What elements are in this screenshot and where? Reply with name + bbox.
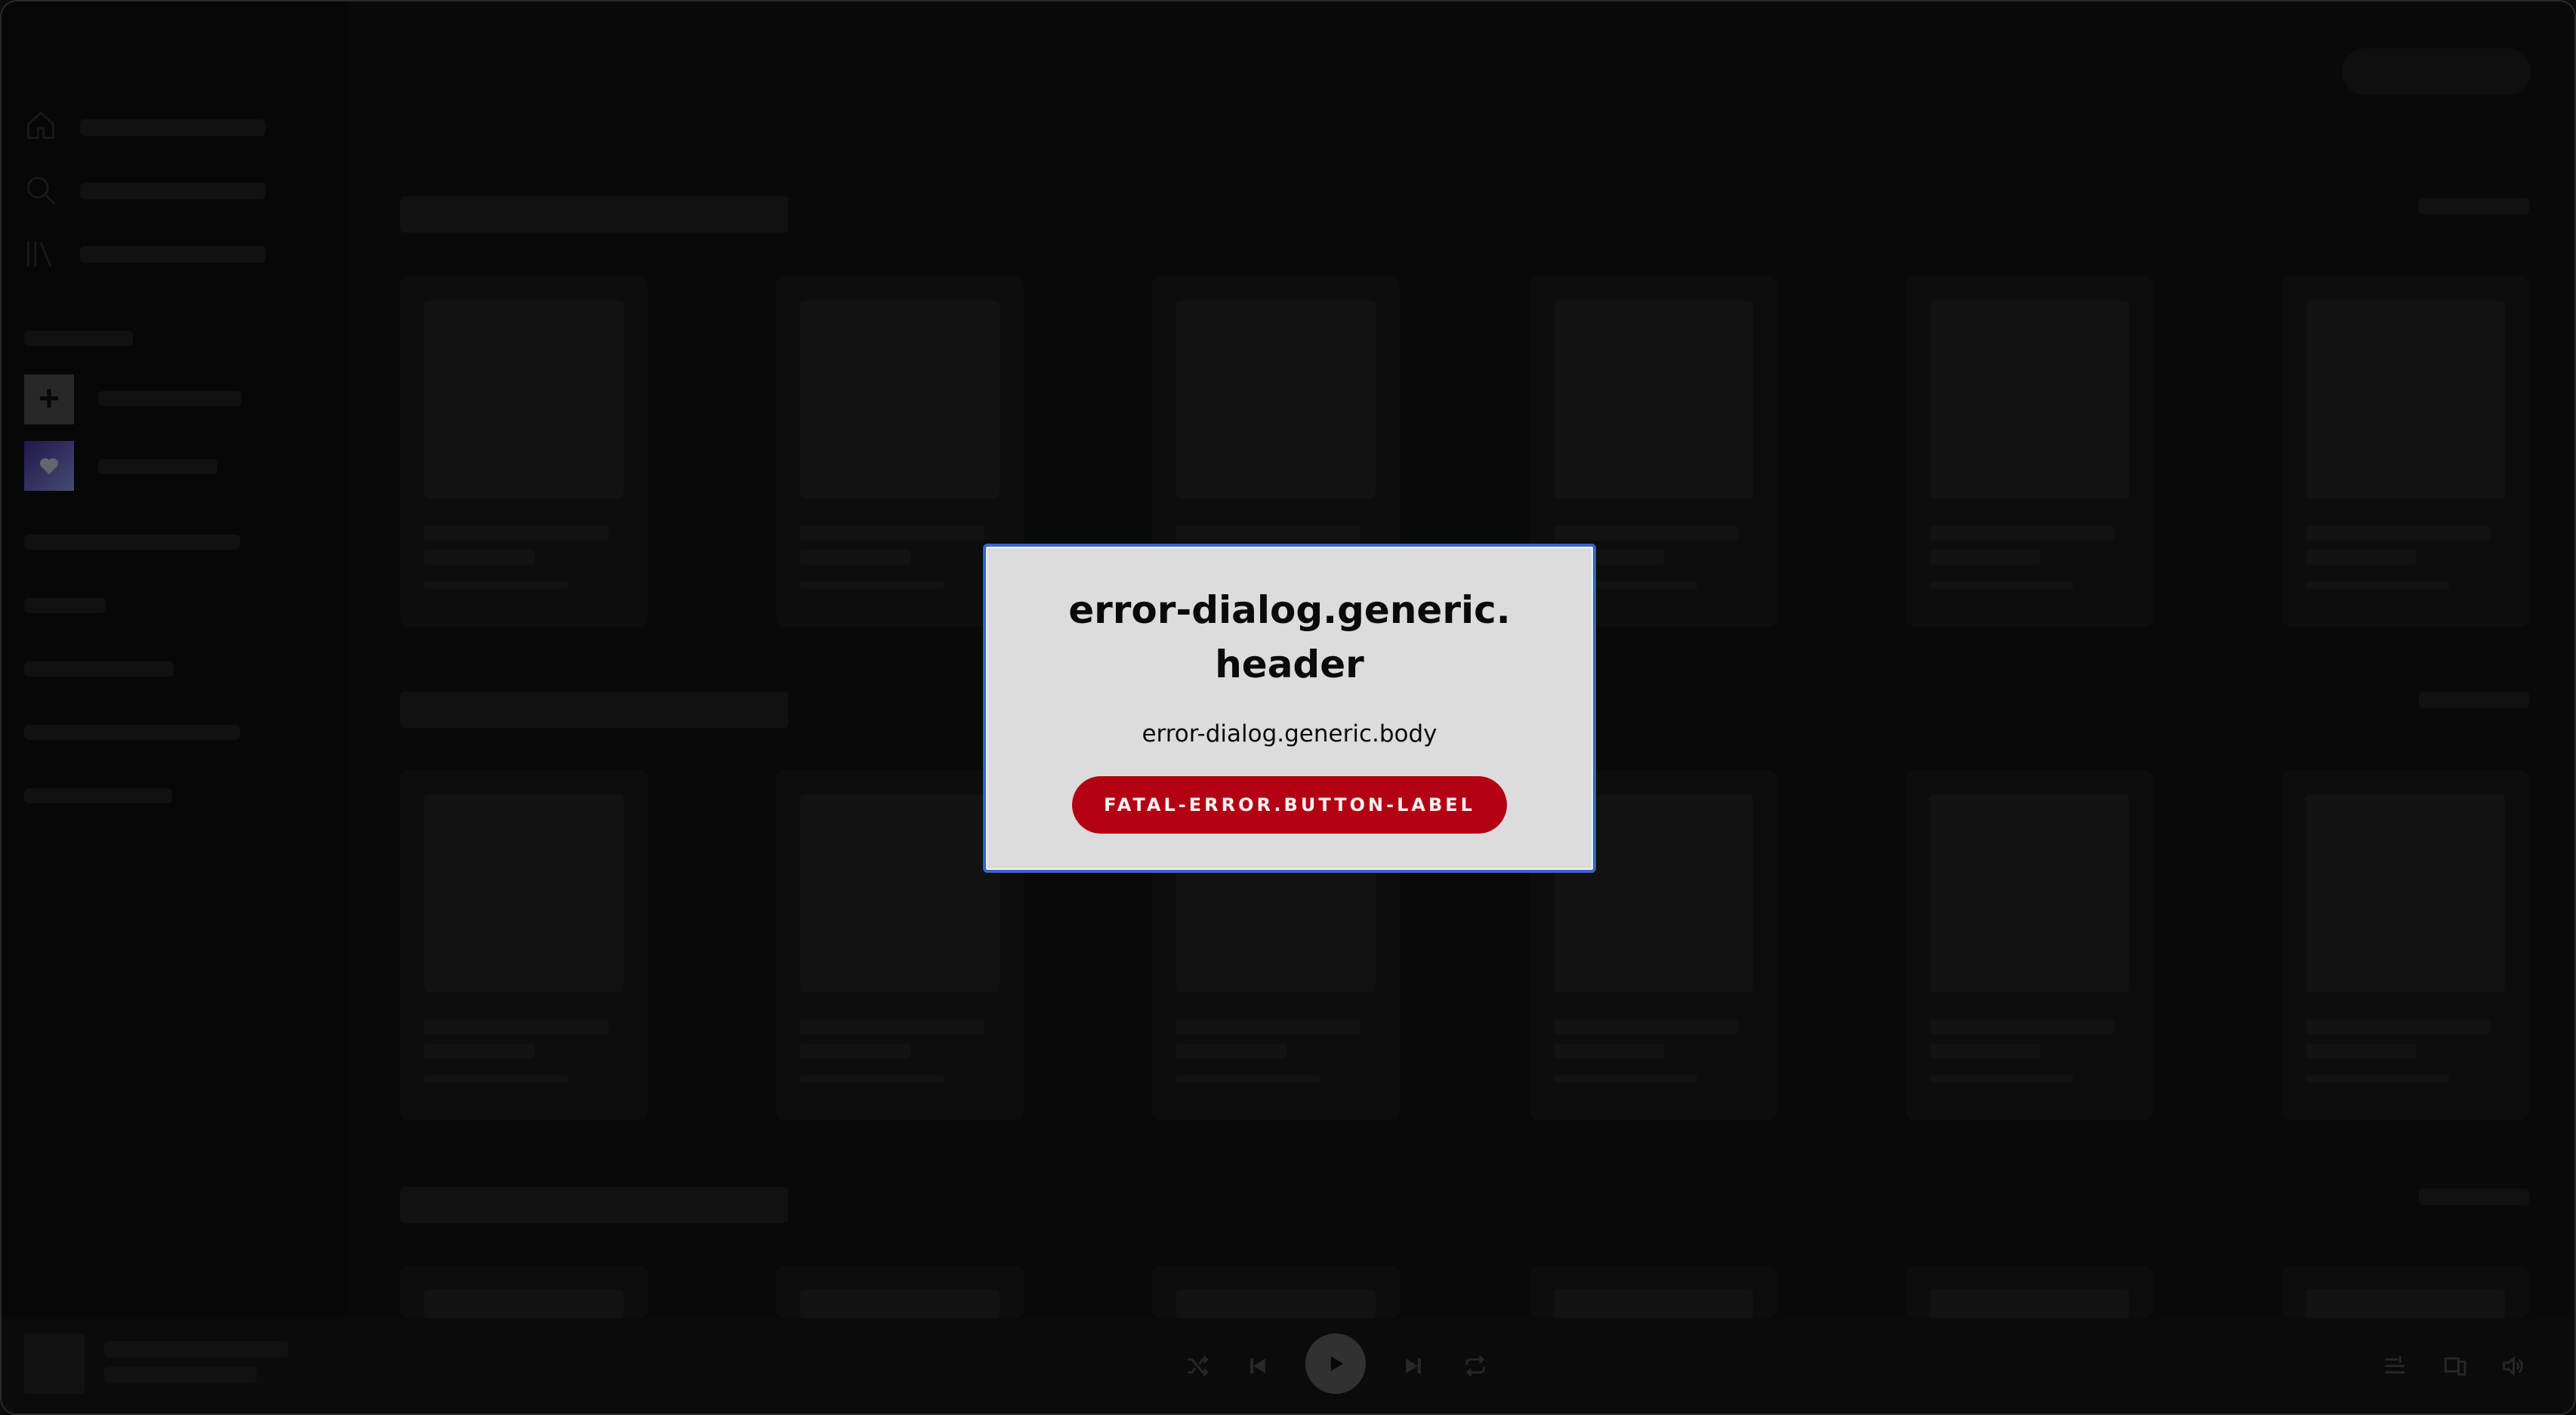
- error-dialog: error-dialog.generic.header error-dialog…: [983, 544, 1596, 873]
- dialog-body: error-dialog.generic.body: [1142, 720, 1437, 748]
- dialog-header: error-dialog.generic.header: [1068, 588, 1511, 686]
- app-window: + error-dialog.generic.header error-dial…: [0, 0, 2576, 1415]
- fatal-error-button[interactable]: FATAL-ERROR.BUTTON-LABEL: [1072, 776, 1507, 834]
